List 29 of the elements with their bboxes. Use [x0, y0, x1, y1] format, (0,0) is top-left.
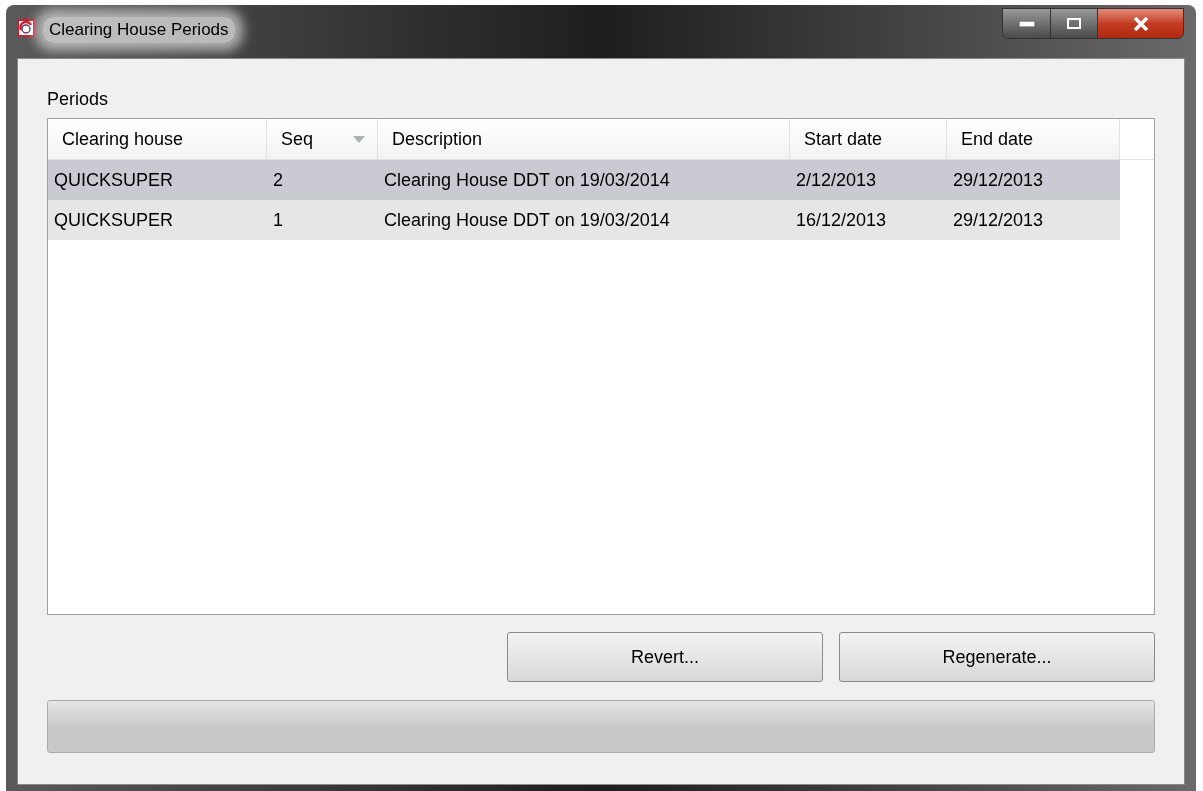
table-cell-text: Clearing House DDT on 19/03/2014 — [383, 168, 671, 192]
close-icon — [1132, 16, 1149, 31]
column-header[interactable]: End date — [947, 119, 1120, 159]
table-cell-text: QUICKSUPER — [53, 208, 175, 232]
table-cell-text: 29/12/2013 — [952, 168, 1045, 192]
column-header[interactable]: Clearing house — [48, 119, 267, 159]
regenerate-button[interactable]: Regenerate... — [839, 632, 1155, 682]
table-cell-text: 2/12/2013 — [795, 168, 878, 192]
column-header[interactable]: Description — [378, 119, 790, 159]
table-cell-text: 1 — [272, 208, 284, 232]
maximize-button[interactable] — [1051, 9, 1098, 38]
minimize-button[interactable] — [1003, 9, 1051, 38]
section-label: Periods — [47, 88, 110, 110]
table-row[interactable]: QUICKSUPER 2 Clearing House DDT on 19/03/2014 2/12/2013 29/12/2013 — [48, 160, 1120, 200]
column-header[interactable]: Seq — [267, 119, 378, 159]
sort-arrow-icon — [353, 135, 365, 143]
column-header[interactable]: Start date — [790, 119, 947, 159]
app-logo-icon — [17, 19, 35, 37]
table-cell-text: Clearing House DDT on 19/03/2014 — [383, 208, 671, 232]
close-button[interactable] — [1098, 9, 1183, 38]
table-cell-text: 16/12/2013 — [795, 208, 888, 232]
minimize-icon — [1018, 20, 1035, 27]
table-cell-text: 2 — [272, 168, 284, 192]
table-cell-text: QUICKSUPER — [53, 168, 175, 192]
revert-button[interactable]: Revert... — [507, 632, 823, 682]
window-title: Clearing House Periods — [43, 17, 235, 43]
maximize-icon — [1067, 18, 1081, 29]
table-row[interactable]: QUICKSUPER 1 Clearing House DDT on 19/03/2014 16/12/2013 29/12/2013 — [48, 200, 1120, 240]
table-cell-text: 29/12/2013 — [952, 208, 1045, 232]
